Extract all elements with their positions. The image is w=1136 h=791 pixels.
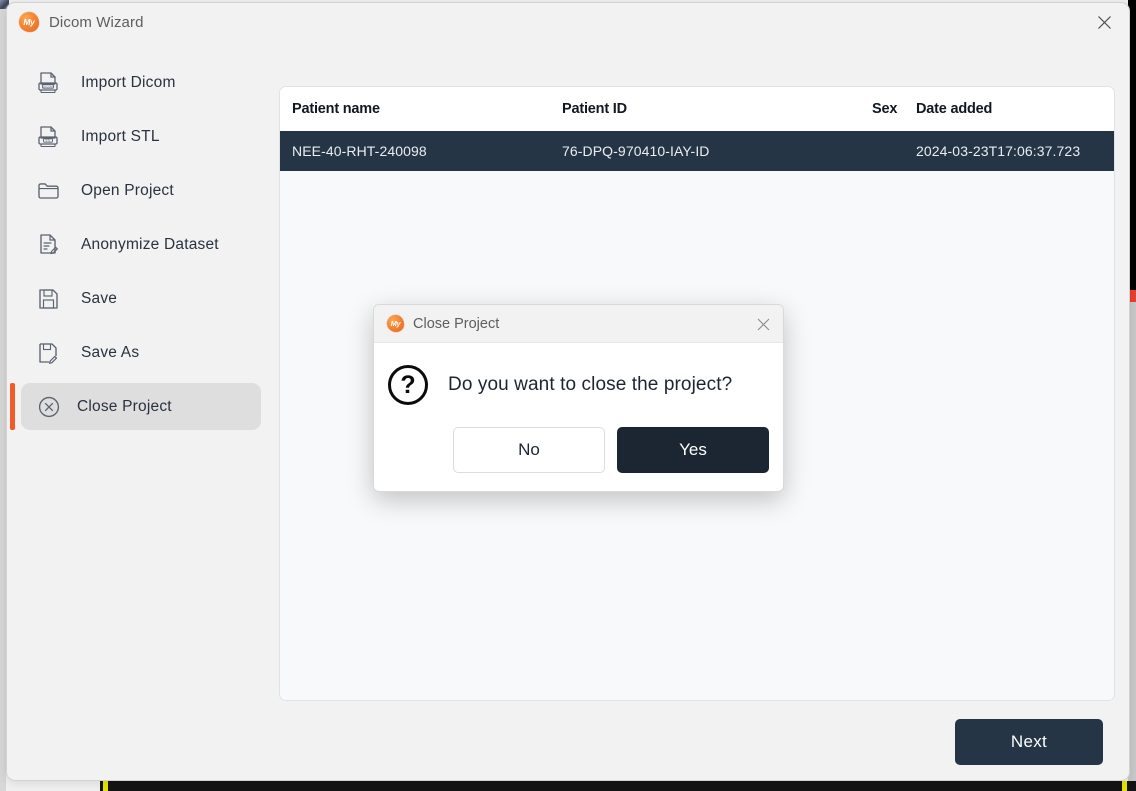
- folder-open-icon: [35, 177, 63, 205]
- sidebar-item-label: Anonymize Dataset: [81, 235, 219, 253]
- floppy-disk-edit-icon: [35, 339, 63, 367]
- sidebar-item-import-stl[interactable]: STL Import STL: [21, 113, 261, 160]
- sidebar-item-close-project[interactable]: Close Project: [10, 383, 261, 430]
- window-close-icon[interactable]: [1087, 8, 1121, 36]
- app-logo-text: My: [23, 16, 35, 27]
- sidebar-item-label: Open Project: [81, 181, 174, 199]
- sidebar-item-label: Save As: [81, 343, 140, 361]
- dialog-title: Close Project: [413, 315, 500, 332]
- app-logo-icon: My: [19, 12, 39, 32]
- dialog-message: Do you want to close the project?: [448, 374, 733, 395]
- sidebar-item-label: Import STL: [81, 127, 160, 145]
- dialog-logo-text: My: [390, 318, 401, 328]
- sidebar-item-save[interactable]: Save: [21, 275, 261, 322]
- window-title: Dicom Wizard: [49, 13, 144, 31]
- document-edit-icon: [35, 231, 63, 259]
- close-circle-icon: [35, 393, 63, 421]
- sidebar: DICOM Import Dicom STL Import STL Open P…: [7, 41, 275, 780]
- window-titlebar: My Dicom Wizard: [7, 3, 1129, 41]
- dialog-body: ? Do you want to close the project?: [374, 343, 783, 405]
- close-project-dialog: My Close Project ? Do you want to close …: [373, 304, 784, 492]
- svg-text:STL: STL: [45, 138, 51, 142]
- svg-text:DICOM: DICOM: [43, 84, 53, 88]
- patient-table-header: Patient name Patient ID Sex Date added: [280, 87, 1114, 131]
- dicom-wizard-window: My Dicom Wizard DICOM Import Dicom STL I…: [6, 2, 1130, 781]
- cell-patient-name: NEE-40-RHT-240098: [292, 143, 427, 159]
- table-row[interactable]: NEE-40-RHT-240098 76-DPQ-970410-IAY-ID 2…: [280, 131, 1114, 171]
- dialog-actions: No Yes: [374, 405, 783, 473]
- desktop-bottom-marker-right: [1122, 781, 1127, 791]
- screen-root: My Dicom Wizard DICOM Import Dicom STL I…: [0, 0, 1136, 791]
- desktop-bottom-edge: [100, 781, 1136, 791]
- next-button[interactable]: Next: [955, 718, 1103, 765]
- desktop-bottom-marker-left: [103, 781, 108, 791]
- sidebar-item-import-dicom[interactable]: DICOM Import Dicom: [21, 59, 261, 106]
- dialog-close-icon[interactable]: [753, 314, 773, 334]
- sidebar-item-label: Save: [81, 289, 118, 307]
- import-dicom-icon: DICOM: [35, 69, 63, 97]
- column-header-sex: Sex: [872, 101, 898, 117]
- column-header-patient-id: Patient ID: [562, 101, 627, 117]
- sidebar-item-open-project[interactable]: Open Project: [21, 167, 261, 214]
- yes-button[interactable]: Yes: [617, 427, 769, 473]
- column-header-date-added: Date added: [916, 101, 993, 117]
- cell-date-added: 2024-03-23T17:06:37.723: [916, 143, 1081, 159]
- sidebar-item-label: Import Dicom: [81, 73, 176, 91]
- sidebar-item-save-as[interactable]: Save As: [21, 329, 261, 376]
- cell-patient-id: 76-DPQ-970410-IAY-ID: [562, 143, 710, 159]
- import-stl-icon: STL: [35, 123, 63, 151]
- wizard-footer: Next: [279, 701, 1115, 780]
- column-header-patient-name: Patient name: [292, 101, 380, 117]
- dialog-titlebar: My Close Project: [374, 305, 783, 343]
- sidebar-item-label: Close Project: [77, 397, 172, 415]
- no-button[interactable]: No: [453, 427, 605, 473]
- question-mark-icon: ?: [388, 365, 428, 405]
- dialog-logo-icon: My: [387, 315, 404, 332]
- floppy-disk-icon: [35, 285, 63, 313]
- sidebar-item-anonymize-dataset[interactable]: Anonymize Dataset: [21, 221, 261, 268]
